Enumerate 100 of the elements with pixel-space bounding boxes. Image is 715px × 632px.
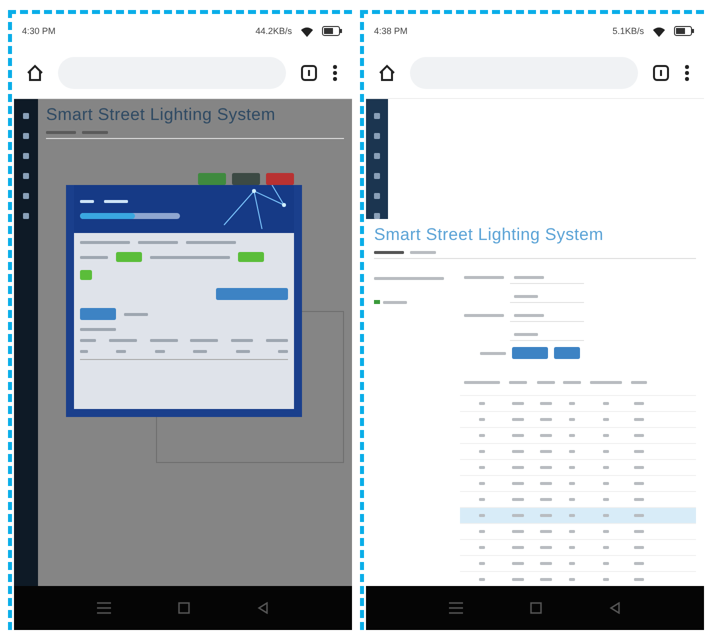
illegible-text (569, 418, 575, 421)
illegible-text (569, 578, 575, 581)
illegible-text (540, 418, 552, 421)
nav-icon[interactable] (374, 153, 380, 159)
menu-icon[interactable] (684, 64, 690, 82)
nav-icon[interactable] (374, 113, 380, 119)
illegible-text (540, 546, 552, 549)
nav-icon[interactable] (23, 213, 29, 219)
illegible-text (537, 380, 555, 384)
nav-icon[interactable] (23, 133, 29, 139)
network-speed: 5.1KB/s (612, 26, 644, 36)
illegible-text (464, 314, 504, 317)
illegible-text (479, 466, 485, 469)
illegible-text (512, 514, 524, 517)
nav-icon[interactable] (23, 173, 29, 179)
action-button[interactable] (216, 288, 288, 300)
illegible-text (124, 312, 148, 316)
home-icon[interactable] (26, 64, 44, 82)
action-button[interactable] (198, 173, 226, 185)
illegible-text (236, 350, 250, 353)
clock-time: 4:30 PM (22, 26, 56, 36)
battery-icon (322, 26, 342, 36)
illegible-text (80, 328, 116, 331)
illegible-text (479, 450, 485, 453)
nav-icon[interactable] (23, 113, 29, 119)
illegible-text (512, 498, 524, 501)
illegible-text (512, 434, 524, 437)
back-icon[interactable] (256, 602, 269, 614)
illegible-text (479, 402, 485, 405)
nav-icon[interactable] (23, 193, 29, 199)
square-icon[interactable] (530, 602, 542, 614)
illegible-text (603, 562, 609, 565)
illegible-text (46, 131, 76, 134)
illegible-text (540, 466, 552, 469)
illegible-text (108, 339, 137, 342)
illegible-text (634, 498, 644, 501)
illegible-text (540, 514, 552, 517)
illegible-text (80, 241, 130, 244)
illegible-text (138, 241, 178, 244)
illegible-text (634, 418, 644, 421)
illegible-text (631, 380, 647, 384)
illegible-text (512, 530, 524, 533)
illegible-text (278, 350, 288, 353)
battery-icon (674, 26, 694, 36)
illegible-text (374, 251, 404, 254)
illegible-text (190, 339, 218, 342)
illegible-text (514, 294, 538, 298)
nav-icon[interactable] (374, 173, 380, 179)
illegible-text (634, 562, 644, 565)
tabs-icon[interactable] (300, 64, 318, 82)
action-button[interactable] (512, 347, 548, 359)
illegible-text (186, 241, 236, 244)
home-icon[interactable] (378, 64, 396, 82)
illegible-text (603, 450, 609, 453)
illegible-text (512, 418, 524, 421)
status-tag (116, 252, 142, 262)
illegible-text (603, 514, 609, 517)
illegible-text (82, 131, 108, 134)
illegible-text (512, 562, 524, 565)
illegible-text (514, 314, 544, 316)
illegible-text (512, 482, 524, 485)
illegible-text (512, 546, 524, 549)
illegible-text (154, 350, 165, 353)
illegible-text (540, 482, 552, 485)
action-button[interactable] (232, 173, 260, 185)
action-button[interactable] (554, 347, 580, 359)
illegible-text (80, 256, 108, 258)
nav-icon[interactable] (23, 153, 29, 159)
illegible-text (150, 339, 178, 342)
page-title: Smart Street Lighting System (374, 225, 604, 245)
illegible-text (540, 578, 552, 581)
illegible-text (603, 546, 609, 549)
nav-icon[interactable] (374, 193, 380, 199)
nav-icon[interactable] (374, 133, 380, 139)
illegible-text (634, 402, 644, 405)
illegible-text (569, 546, 575, 549)
nav-icon[interactable] (374, 213, 380, 219)
back-icon[interactable] (608, 602, 621, 614)
illegible-text (479, 434, 485, 437)
menu-icon[interactable] (332, 64, 338, 82)
illegible-text (569, 434, 575, 437)
illegible-text (512, 402, 524, 405)
action-button[interactable] (80, 308, 116, 320)
wifi-icon (652, 26, 666, 36)
illegible-text (569, 562, 575, 565)
illegible-text (603, 466, 609, 469)
illegible-text (479, 498, 485, 501)
table-row[interactable] (460, 508, 696, 524)
illegible-text (603, 578, 609, 581)
clock-time: 4:38 PM (374, 26, 408, 36)
illegible-text (512, 450, 524, 453)
tabs-icon[interactable] (652, 64, 670, 82)
action-button[interactable] (266, 173, 294, 185)
square-icon[interactable] (178, 602, 190, 614)
illegible-text (509, 380, 527, 384)
illegible-text (603, 418, 609, 421)
illegible-text (563, 380, 581, 384)
illegible-text (634, 578, 644, 581)
illegible-text (540, 530, 552, 533)
illegible-text (479, 578, 485, 581)
